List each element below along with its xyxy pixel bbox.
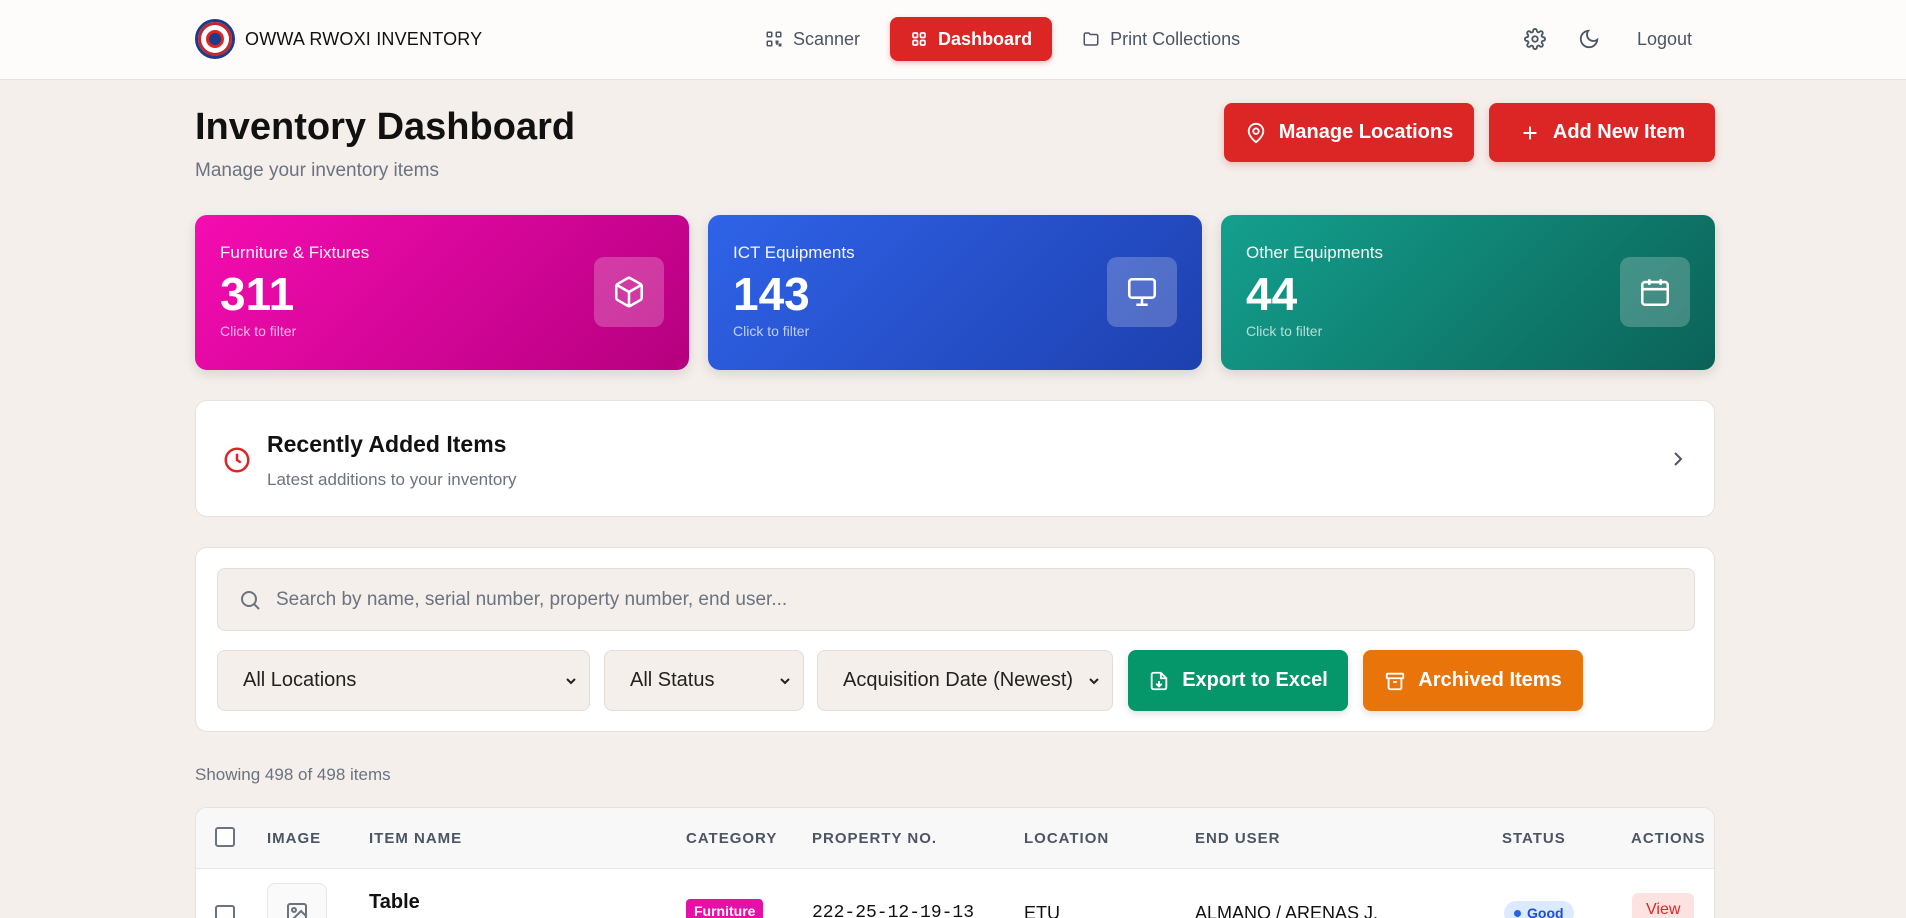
- sort-select[interactable]: Acquisition Date (Newest): [817, 650, 1113, 711]
- manage-locations-button[interactable]: Manage Locations: [1224, 103, 1474, 162]
- clock-icon: [224, 447, 250, 473]
- archived-items-button[interactable]: Archived Items: [1363, 650, 1583, 711]
- brand-logo: [195, 19, 235, 59]
- stat-card-other[interactable]: Other Equipments 44 Click to filter: [1221, 215, 1715, 370]
- stat-hint: Click to filter: [1246, 323, 1323, 339]
- status-select[interactable]: All Status: [604, 650, 804, 711]
- stat-card-furniture[interactable]: Furniture & Fixtures 311 Click to filter: [195, 215, 689, 370]
- qr-scan-icon: [766, 31, 782, 47]
- moon-icon: [1579, 29, 1599, 49]
- recently-added-panel[interactable]: Recently Added Items Latest additions to…: [195, 400, 1715, 517]
- end-user-cell: ALMANO / ARENAS J.: [1195, 903, 1379, 918]
- stat-card-ict[interactable]: ICT Equipments 143 Click to filter: [708, 215, 1202, 370]
- box-icon: [614, 276, 644, 308]
- status-select-value: All Status: [630, 669, 715, 691]
- location-select-value: All Locations: [243, 669, 357, 691]
- folder-icon: [1083, 32, 1099, 46]
- column-header[interactable]: IMAGE: [267, 830, 321, 847]
- dark-mode-toggle[interactable]: [1569, 17, 1609, 61]
- page-subtitle: Manage your inventory items: [195, 160, 439, 181]
- stat-icon-wrap: [1620, 257, 1690, 327]
- main-nav: Scanner Dashboard Print Collections: [745, 17, 1260, 61]
- chevron-down-icon: [1089, 677, 1099, 684]
- property-number: 222-25-12-19-13: [812, 903, 975, 918]
- row-checkbox[interactable]: [215, 905, 235, 918]
- sort-select-value: Acquisition Date (Newest): [843, 669, 1074, 691]
- map-pin-icon: [1247, 122, 1265, 143]
- search-box: [217, 568, 1695, 631]
- table-header: IMAGE ITEM NAME CATEGORY PROPERTY NO. LO…: [196, 808, 1714, 869]
- filter-panel: All Locations All Status Acquisition Dat…: [195, 547, 1715, 732]
- nav-right: Logout: [1515, 17, 1706, 61]
- category-badge: Furniture: [686, 899, 764, 918]
- nav-dashboard[interactable]: Dashboard: [890, 17, 1053, 61]
- location-select[interactable]: All Locations: [217, 650, 590, 711]
- recent-subtitle: Latest additions to your inventory: [267, 470, 517, 489]
- search-input[interactable]: [276, 588, 1694, 611]
- export-excel-button[interactable]: Export to Excel: [1128, 650, 1348, 711]
- column-header[interactable]: END USER: [1195, 830, 1281, 847]
- status-badge: Good: [1504, 901, 1574, 918]
- calendar-icon: [1640, 279, 1670, 307]
- nav-scanner[interactable]: Scanner: [745, 17, 880, 61]
- chevron-right-icon: [1674, 452, 1683, 466]
- settings-button[interactable]: [1515, 17, 1555, 61]
- view-button[interactable]: View: [1632, 893, 1695, 918]
- nav-scanner-label: Scanner: [793, 28, 861, 49]
- nav-print-collections-label: Print Collections: [1110, 28, 1241, 49]
- nav-print-collections[interactable]: Print Collections: [1062, 17, 1260, 61]
- column-header[interactable]: PROPERTY NO.: [812, 830, 937, 847]
- chevron-down-icon: [780, 677, 790, 684]
- item-name[interactable]: Table: [369, 891, 420, 914]
- stat-hint: Click to filter: [733, 323, 810, 339]
- top-navbar: OWWA RWOXI INVENTORY Scanner Dashboard P…: [0, 0, 1906, 80]
- select-all-checkbox[interactable]: [215, 827, 235, 847]
- add-new-item-button[interactable]: Add New Item: [1489, 103, 1715, 162]
- page-title: Inventory Dashboard: [195, 106, 576, 148]
- archived-items-label: Archived Items: [1418, 669, 1562, 691]
- logout-button[interactable]: Logout: [1623, 17, 1706, 61]
- column-header[interactable]: STATUS: [1502, 830, 1566, 847]
- chevron-down-icon: [566, 677, 576, 684]
- item-thumbnail: [267, 883, 327, 918]
- manage-locations-label: Manage Locations: [1278, 121, 1454, 143]
- stat-icon-wrap: [594, 257, 664, 327]
- archive-icon: [1386, 672, 1405, 690]
- search-icon: [241, 590, 260, 610]
- image-placeholder-icon: [287, 903, 307, 918]
- export-excel-label: Export to Excel: [1182, 669, 1328, 691]
- stat-icon-wrap: [1107, 257, 1177, 327]
- showing-count: Showing 498 of 498 items: [195, 765, 391, 784]
- location-cell: ETU: [1024, 903, 1060, 918]
- inventory-table: IMAGE ITEM NAME CATEGORY PROPERTY NO. LO…: [195, 807, 1715, 918]
- status-label: Good: [1527, 905, 1564, 918]
- add-new-item-label: Add New Item: [1552, 121, 1686, 143]
- recent-title: Recently Added Items: [267, 431, 507, 457]
- plus-icon: [1523, 126, 1537, 139]
- file-download-icon: [1150, 671, 1168, 690]
- column-header[interactable]: ACTIONS: [1631, 830, 1706, 847]
- grid-icon: [912, 32, 926, 46]
- brand[interactable]: OWWA RWOXI INVENTORY: [195, 19, 482, 59]
- gear-icon: [1523, 28, 1546, 50]
- monitor-icon: [1127, 277, 1157, 307]
- column-header[interactable]: LOCATION: [1024, 830, 1109, 847]
- column-header[interactable]: CATEGORY: [686, 830, 777, 847]
- stat-hint: Click to filter: [220, 323, 297, 339]
- status-dot: [1514, 909, 1521, 917]
- column-header[interactable]: ITEM NAME: [369, 830, 462, 847]
- brand-name: OWWA RWOXI INVENTORY: [245, 28, 483, 49]
- nav-dashboard-label: Dashboard: [938, 28, 1033, 49]
- table-row[interactable]: Table Furniture 222-25-12-19-13 ETU ALMA…: [196, 869, 1714, 918]
